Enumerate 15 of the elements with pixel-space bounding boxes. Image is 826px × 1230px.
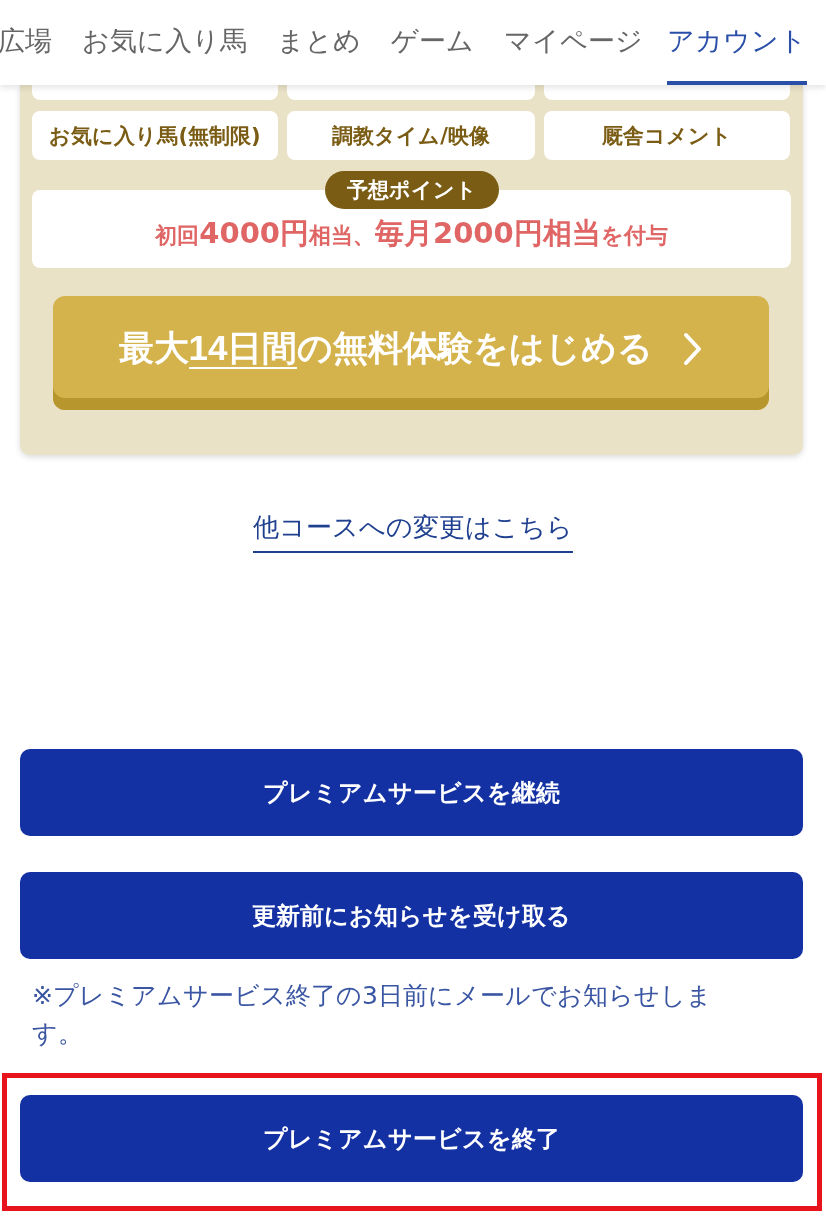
nav-tab[interactable]: マイページ — [504, 0, 643, 85]
feature-chip: お気に入り馬(無制限) — [32, 111, 278, 160]
nav-tab[interactable]: まとめ — [277, 0, 361, 85]
points-text: 初回4000円相当、毎月2000円相当を付与 — [155, 215, 668, 252]
chevron-right-icon — [683, 331, 704, 366]
nav-tab[interactable]: ゲーム — [391, 0, 474, 85]
feature-chip: 調教タイム/映像 — [287, 111, 535, 160]
feature-chip: 厩舎コメント — [544, 111, 790, 160]
course-change-link[interactable]: 他コースへの変更はこちら — [253, 510, 573, 553]
points-badge: 予想ポイント — [324, 171, 499, 209]
action-button[interactable]: プレミアムサービスを継続 — [20, 749, 803, 836]
action-button[interactable]: 更新前にお知らせを受け取る — [20, 872, 803, 959]
action-button[interactable]: プレミアムサービスを終了 — [20, 1095, 803, 1182]
notice-text: ※プレミアムサービス終了の3日前にメールでお知らせします。 — [32, 980, 713, 1050]
nav-tab[interactable]: お気に入り馬 — [82, 0, 247, 85]
